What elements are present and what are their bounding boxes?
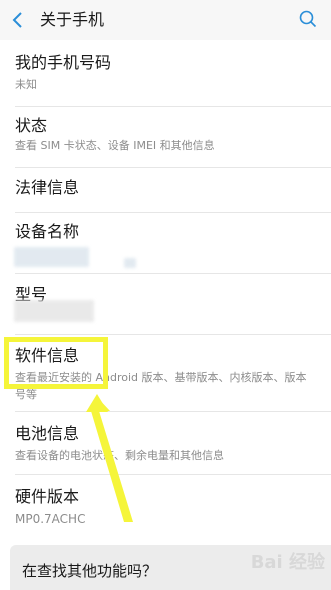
list-item-my-number[interactable]: 我的手机号码 未知 (0, 40, 331, 106)
item-subtitle: 查看 SIM 卡状态、设备 IMEI 和其他信息 (15, 139, 215, 152)
item-subtitle: MP0.7ACHC (15, 512, 86, 526)
item-title: 硬件版本 (15, 487, 80, 506)
item-title: 状态 (15, 116, 48, 135)
item-title: 法律信息 (15, 178, 80, 197)
app-bar: 关于手机 (0, 0, 331, 40)
find-other-features-text: 在查找其他功能吗？ (22, 562, 158, 580)
annotation-highlight-box (4, 337, 108, 389)
redacted-value (14, 247, 89, 267)
list-item-status[interactable]: 状态 查看 SIM 卡状态、设备 IMEI 和其他信息 (0, 107, 331, 167)
item-title: 设备名称 (15, 222, 80, 241)
item-title: 我的手机号码 (15, 53, 112, 72)
search-icon[interactable] (299, 10, 317, 28)
list-item-legal[interactable]: 法律信息 (0, 168, 331, 212)
page-title: 关于手机 (40, 10, 105, 29)
item-subtitle: 未知 (15, 78, 37, 91)
redacted-value (14, 300, 94, 322)
list-item-battery-info[interactable]: 电池信息 查看设备的电池状态、剩余电量和其他信息 (0, 412, 331, 474)
watermark: Bai 经验 (250, 552, 325, 573)
list-item-hardware-version[interactable]: 硬件版本 MP0.7ACHC (0, 475, 331, 533)
item-subtitle: 查看设备的电池状态、剩余电量和其他信息 (15, 449, 224, 462)
item-title: 电池信息 (15, 424, 80, 443)
redacted-value (124, 258, 136, 268)
back-arrow-icon[interactable] (10, 11, 26, 29)
